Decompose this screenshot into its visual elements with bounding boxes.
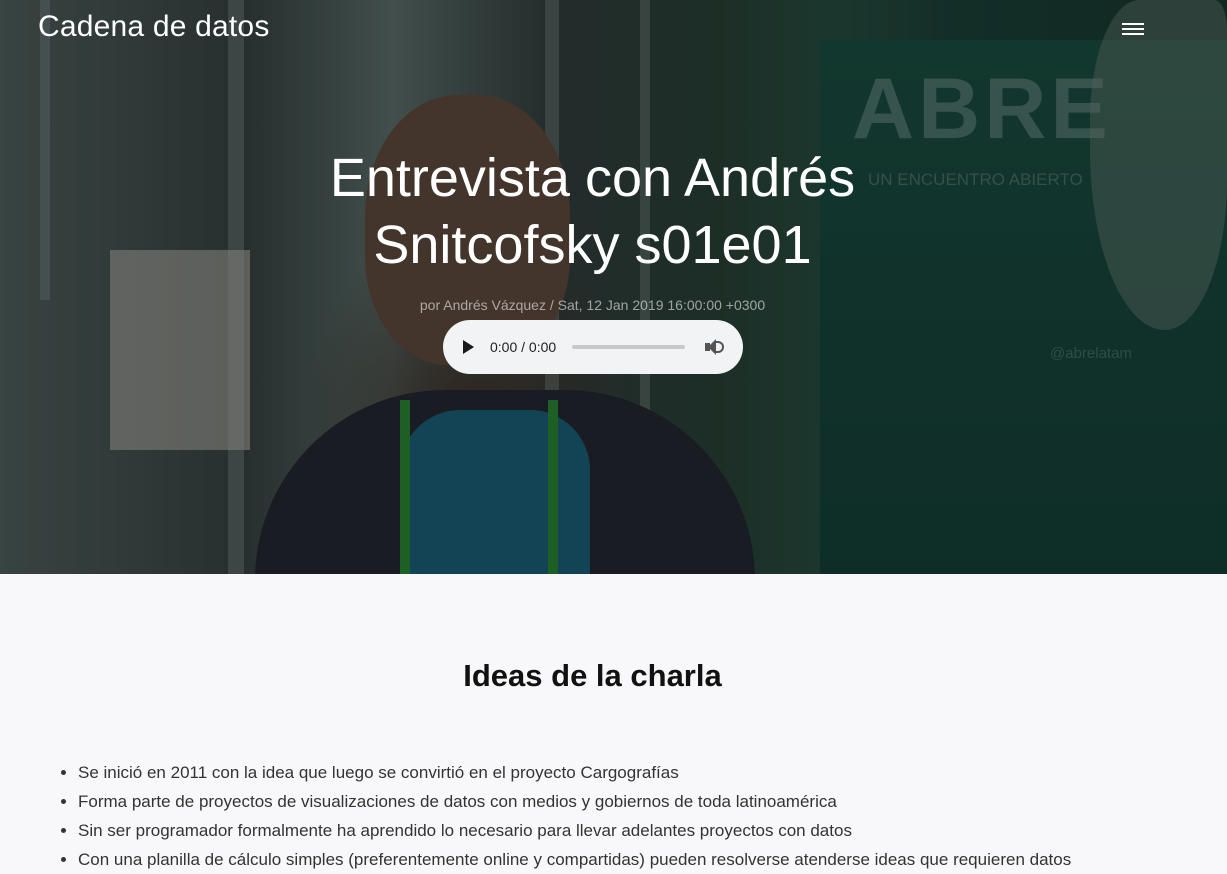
hero-banner: ABRE UN ENCUENTRO ABIERTO @abrelatam Cad…: [0, 0, 1227, 574]
post-meta: por Andrés Vázquez / Sat, 12 Jan 2019 16…: [419, 297, 766, 313]
site-title-link[interactable]: Cadena de datos: [38, 10, 270, 44]
hero-dark-overlay: [0, 0, 1227, 574]
list-item: Con una planilla de cálculo simples (pre…: [78, 845, 1158, 874]
post-title: Entrevista con Andrés Snitcofsky s01e01: [260, 145, 925, 279]
play-icon[interactable]: [463, 340, 474, 354]
post-title-line-2: Snitcofsky s01e01: [373, 215, 812, 275]
ideas-list: Se inició en 2011 con la idea que luego …: [58, 758, 1158, 874]
list-item: Se inició en 2011 con la idea que luego …: [78, 758, 1158, 787]
post-content: Ideas de la charla Se inició en 2011 con…: [0, 574, 1227, 869]
list-item: Forma parte de proyectos de visualizacio…: [78, 787, 1158, 816]
audio-player[interactable]: 0:00 / 0:00: [443, 320, 743, 374]
audio-time-display: 0:00 / 0:00: [490, 339, 557, 355]
hamburger-menu-icon[interactable]: [1119, 20, 1147, 42]
post-title-line-1: Entrevista con Andrés: [329, 148, 856, 208]
volume-icon[interactable]: [705, 338, 725, 356]
audio-progress-slider[interactable]: [572, 345, 686, 349]
list-item: Sin ser programador formalmente ha apren…: [78, 816, 1158, 845]
section-heading: Ideas de la charla: [463, 658, 722, 693]
